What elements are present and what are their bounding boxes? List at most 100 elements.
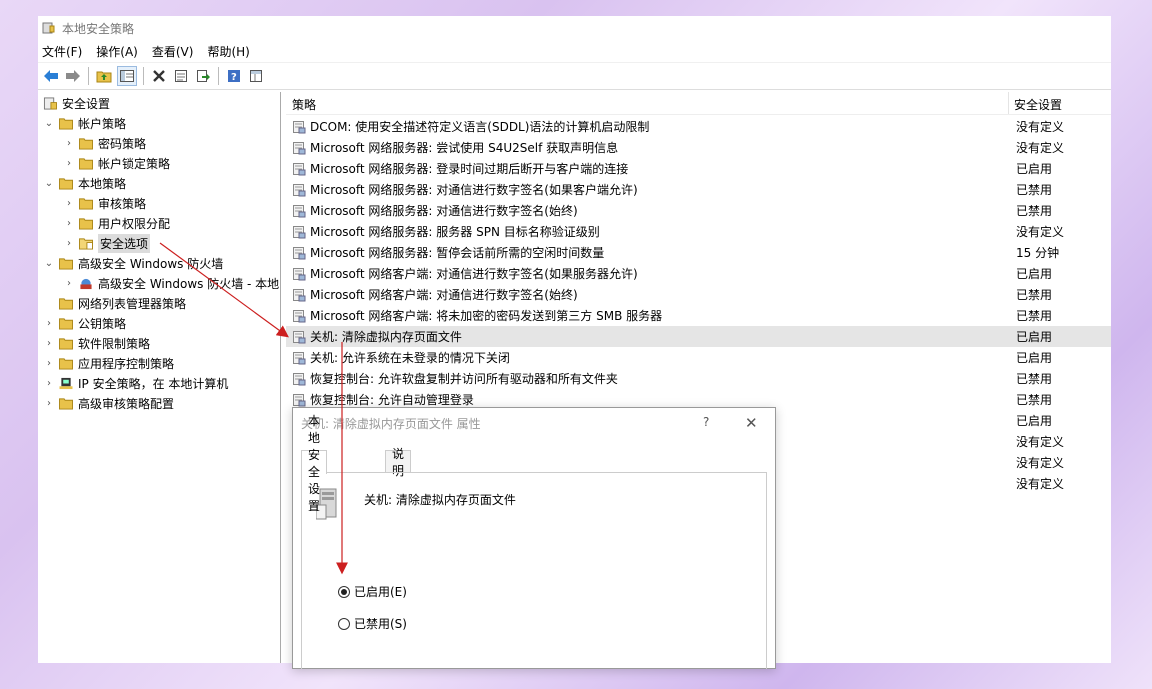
tree-item-label: 高级安全 Windows 防火墙: [78, 256, 224, 271]
folder-icon: [78, 217, 98, 230]
policy-setting: 已禁用: [1016, 288, 1053, 302]
collapsed-chevron-icon[interactable]: ›: [62, 218, 76, 229]
tree-item[interactable]: › 安全选项: [62, 233, 151, 253]
forward-icon[interactable]: [64, 67, 82, 85]
toolbar-separator: [88, 67, 89, 85]
tree-item-label: 软件限制策略: [78, 336, 151, 351]
column-header-setting[interactable]: 安全设置: [1014, 96, 1062, 113]
up-folder-icon[interactable]: [95, 67, 113, 85]
tree-item[interactable]: ⌄ 帐户策略: [42, 113, 126, 133]
table-row[interactable]: Microsoft 网络服务器: 对通信进行数字签名(始终) 已禁用: [286, 200, 1111, 221]
policy-setting: 已禁用: [1016, 183, 1053, 197]
tree-pane: 安全设置 ⌄ 帐户策略 › 密码策略 › 帐户锁定策略 ⌄ 本地策略 › 审核策略 › 用户权限分配 ›…: [38, 92, 281, 663]
tree-item-label: 用户权限分配: [98, 216, 171, 231]
dialog-policy-name: 关机: 清除虚拟内存页面文件: [364, 493, 516, 507]
table-row[interactable]: Microsoft 网络服务器: 尝试使用 S4U2Self 获取声明信息 没有定…: [286, 137, 1111, 158]
policy-icon: [286, 351, 310, 365]
tree-item[interactable]: › 用户权限分配: [62, 213, 170, 233]
dialog-help-button[interactable]: ?: [703, 415, 709, 429]
tree-item[interactable]: ⌄ 高级安全 Windows 防火墙: [42, 253, 223, 273]
title-bar: 本地安全策略: [38, 16, 1111, 40]
policy-setting: 已禁用: [1016, 309, 1053, 323]
folder-icon: [58, 357, 78, 370]
column-divider[interactable]: [1008, 92, 1009, 114]
table-row[interactable]: Microsoft 网络服务器: 登录时间过期后断开与客户端的连接 已启用: [286, 158, 1111, 179]
radio-enabled-dot[interactable]: [338, 585, 350, 598]
menu-file[interactable]: 文件(F): [42, 43, 82, 60]
expanded-chevron-icon[interactable]: ⌄: [42, 178, 56, 189]
collapsed-chevron-icon[interactable]: ›: [62, 238, 76, 249]
properties-icon[interactable]: [172, 67, 190, 85]
menu-help[interactable]: 帮助(H): [207, 43, 249, 60]
policy-setting: 已启用: [1016, 414, 1053, 428]
table-row[interactable]: Microsoft 网络客户端: 对通信进行数字签名(如果服务器允许) 已启用: [286, 263, 1111, 284]
table-row[interactable]: Microsoft 网络服务器: 服务器 SPN 目标名称验证级别 没有定义: [286, 221, 1111, 242]
tree-item-label: 审核策略: [98, 196, 147, 211]
collapsed-chevron-icon[interactable]: ›: [42, 378, 56, 389]
folder-icon: [78, 157, 98, 170]
table-row[interactable]: Microsoft 网络客户端: 对通信进行数字签名(始终) 已禁用: [286, 284, 1111, 305]
table-row[interactable]: 关机: 允许系统在未登录的情况下关闭 已启用: [286, 347, 1111, 368]
collapsed-chevron-icon[interactable]: ›: [62, 138, 76, 149]
expanded-chevron-icon[interactable]: ⌄: [42, 258, 56, 269]
folder-icon: [58, 257, 78, 270]
policy-icon: [286, 204, 310, 218]
tree-root-security-settings[interactable]: 安全设置: [42, 93, 110, 113]
ipsec-icon: [58, 377, 78, 390]
policy-icon: [286, 330, 310, 344]
back-icon[interactable]: [42, 67, 60, 85]
tree-item[interactable]: › 密码策略: [62, 133, 146, 153]
dialog-tab-panel: 关机: 清除虚拟内存页面文件 已启用(E) 已禁用(S): [301, 472, 767, 669]
policy-name: Microsoft 网络服务器: 尝试使用 S4U2Self 获取声明信息: [310, 141, 619, 155]
policy-icon: [286, 267, 310, 281]
tree-item[interactable]: › 应用程序控制策略: [42, 353, 174, 373]
menu-bar: 文件(F) 操作(A) 查看(V) 帮助(H): [38, 40, 1111, 63]
collapsed-chevron-icon[interactable]: ›: [62, 198, 76, 209]
tree-item[interactable]: › 帐户锁定策略: [62, 153, 170, 173]
tree-item[interactable]: › IP 安全策略，在 本地计算机: [42, 373, 228, 393]
table-row[interactable]: Microsoft 网络服务器: 暂停会话前所需的空闲时间数量 15 分钟: [286, 242, 1111, 263]
menu-view[interactable]: 查看(V): [152, 43, 194, 60]
policy-name: Microsoft 网络服务器: 服务器 SPN 目标名称验证级别: [310, 225, 600, 239]
table-row[interactable]: Microsoft 网络服务器: 对通信进行数字签名(如果客户端允许) 已禁用: [286, 179, 1111, 200]
tree-item[interactable]: ⌄ 本地策略: [42, 173, 126, 193]
collapsed-chevron-icon[interactable]: ›: [62, 278, 76, 289]
collapsed-chevron-icon[interactable]: ›: [42, 318, 56, 329]
window-title: 本地安全策略: [62, 21, 135, 36]
policy-setting: 已启用: [1016, 267, 1053, 281]
table-row[interactable]: 关机: 清除虚拟内存页面文件 已启用: [286, 326, 1111, 347]
tree-item-label: 密码策略: [98, 136, 147, 151]
tree-item-label: IP 安全策略，在 本地计算机: [78, 376, 229, 391]
expanded-chevron-icon[interactable]: ⌄: [42, 118, 56, 129]
export-icon[interactable]: [194, 67, 212, 85]
table-row[interactable]: DCOM: 使用安全描述符定义语言(SDDL)语法的计算机启动限制 没有定义: [286, 116, 1111, 137]
collapsed-chevron-icon[interactable]: ›: [62, 158, 76, 169]
table-row[interactable]: 恢复控制台: 允许软盘复制并访问所有驱动器和所有文件夹 已禁用: [286, 368, 1111, 389]
tree-item[interactable]: › 审核策略: [62, 193, 146, 213]
policy-icon: [286, 141, 310, 155]
tree-item[interactable]: › 软件限制策略: [42, 333, 150, 353]
view-icon[interactable]: [247, 67, 265, 85]
sort-caret-icon: ⌃: [642, 92, 650, 97]
tree-item[interactable]: 网络列表管理器策略: [42, 293, 186, 313]
help-icon[interactable]: ?: [225, 67, 243, 85]
policy-name: Microsoft 网络客户端: 将未加密的密码发送到第三方 SMB 服务器: [310, 309, 663, 323]
table-row[interactable]: Microsoft 网络客户端: 将未加密的密码发送到第三方 SMB 服务器 已禁…: [286, 305, 1111, 326]
tree-item[interactable]: › 高级安全 Windows 防火墙 - 本地: [62, 273, 279, 293]
collapsed-chevron-icon[interactable]: ›: [42, 338, 56, 349]
policy-name: Microsoft 网络服务器: 对通信进行数字签名(始终): [310, 204, 578, 218]
radio-disabled-dot[interactable]: [338, 617, 350, 630]
collapsed-chevron-icon[interactable]: ›: [42, 398, 56, 409]
radio-disabled[interactable]: 已禁用(S): [338, 615, 407, 632]
column-header-policy[interactable]: 策略: [292, 96, 316, 113]
tab-explain[interactable]: 说明: [385, 447, 412, 478]
delete-icon[interactable]: [150, 67, 168, 85]
menu-action[interactable]: 操作(A): [96, 43, 138, 60]
dialog-close-button[interactable]: ✕: [745, 414, 758, 432]
radio-enabled[interactable]: 已启用(E): [338, 583, 407, 600]
tree-item[interactable]: › 公钥策略: [42, 313, 126, 333]
collapsed-chevron-icon[interactable]: ›: [42, 358, 56, 369]
tree-item[interactable]: › 高级审核策略配置: [42, 393, 174, 413]
show-hide-tree-icon[interactable]: [117, 66, 137, 86]
tab-local-security-setting[interactable]: 本地安全设置: [301, 414, 328, 513]
